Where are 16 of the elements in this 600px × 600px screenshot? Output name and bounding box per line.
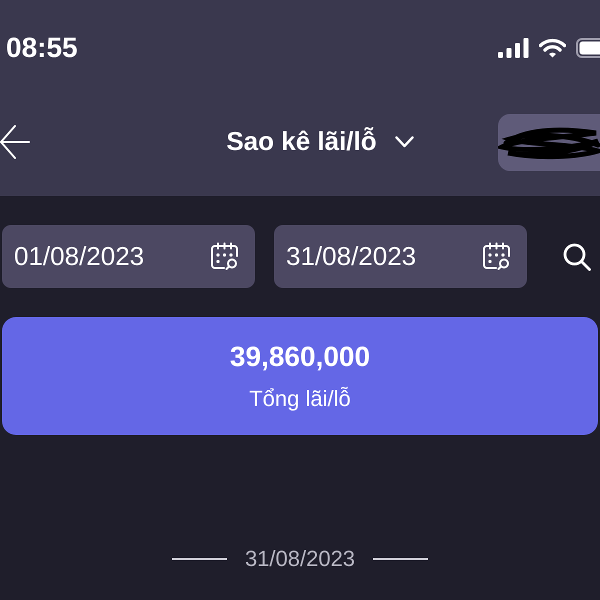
total-profit-label: Tổng lãi/lỗ — [249, 386, 351, 412]
date-separator-text: 31/08/2023 — [244, 546, 356, 572]
signal-icon — [498, 38, 529, 58]
date-field[interactable]: 31/08/2023 — [274, 225, 527, 288]
battery-icon — [576, 38, 600, 58]
status-time: 08:55 — [6, 34, 78, 62]
calendar-icon[interactable] — [482, 242, 511, 271]
wifi-icon — [539, 38, 566, 58]
calendar-icon[interactable] — [210, 242, 239, 271]
chevron-down-icon — [394, 136, 414, 148]
back-icon[interactable] — [0, 124, 30, 160]
redacted-button[interactable] — [498, 114, 600, 170]
search-icon[interactable] — [563, 242, 591, 270]
total-profit-value: 39,860,000 — [230, 340, 370, 374]
date-field[interactable]: 01/08/2023 — [2, 225, 255, 288]
title-dropdown[interactable]: Sao kê lãi/lỗ — [226, 125, 414, 159]
